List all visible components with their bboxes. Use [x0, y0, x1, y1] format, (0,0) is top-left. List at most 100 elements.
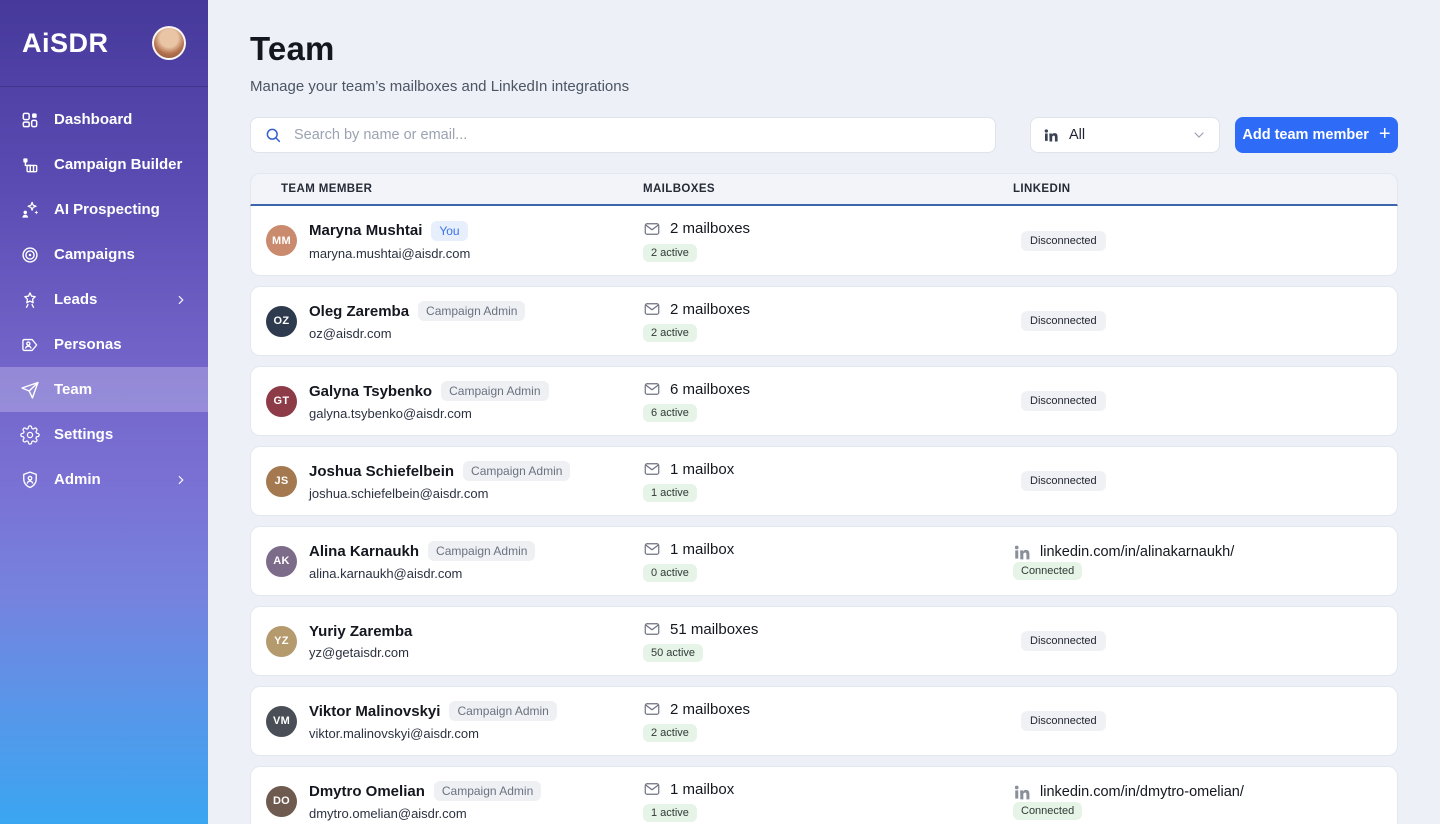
sidebar-item-leads[interactable]: Leads [0, 277, 208, 322]
sidebar-item-label: Dashboard [54, 111, 133, 128]
linkedin-icon [1013, 543, 1031, 561]
mailbox-icon [644, 383, 660, 395]
mailbox-count: 51 mailboxes [670, 620, 759, 638]
mailbox-icon [644, 783, 660, 795]
active-count-badge: 0 active [643, 564, 697, 582]
linkedin-status-badge: Disconnected [1021, 391, 1106, 411]
mailbox-count: 6 mailboxes [670, 380, 751, 398]
table-header: TEAM MEMBER MAILBOXES LINKEDIN [250, 173, 1398, 206]
sidebar-item-label: Settings [54, 426, 114, 443]
sidebar-nav: Dashboard Campaign Builder AI Prospectin… [0, 87, 208, 502]
settings-icon [20, 424, 40, 445]
chevron-right-icon [174, 473, 188, 487]
mailbox-count: 1 mailbox [670, 780, 735, 798]
page-subtitle: Manage your team’s mailboxes and LinkedI… [250, 78, 630, 95]
sidebar-item-dashboard[interactable]: Dashboard [0, 97, 208, 142]
avatar: YZ [266, 625, 297, 657]
team-member-row[interactable]: AK Alina Karnaukh Campaign Admin alina.k… [250, 526, 1398, 596]
member-name: Viktor Malinovskyi [309, 702, 441, 720]
page-title: Team [250, 30, 335, 67]
linkedin-status-badge: Disconnected [1021, 711, 1106, 731]
member-name: Joshua Schiefelbein [309, 462, 455, 480]
sidebar-item-admin[interactable]: Admin [0, 457, 208, 502]
toolbar: All Add team member + [250, 117, 1398, 153]
linkedin-icon [1043, 127, 1059, 143]
sidebar-item-ai-prospecting[interactable]: AI Prospecting [0, 187, 208, 232]
chevron-right-icon [174, 293, 188, 307]
active-count-badge: 1 active [643, 804, 697, 822]
linkedin-icon [1013, 783, 1031, 801]
mailbox-count: 1 mailbox [670, 460, 735, 478]
member-name: Maryna Mushtai [309, 222, 423, 239]
active-count-badge: 50 active [643, 644, 704, 662]
user-avatar[interactable] [152, 26, 186, 60]
column-header-linkedin: LINKEDIN [1013, 183, 1071, 195]
avatar: OZ [266, 305, 297, 337]
avatar: VM [266, 705, 297, 737]
team-member-row[interactable]: DO Dmytro Omelian Campaign Admin dmytro.… [250, 766, 1398, 824]
sidebar-item-team[interactable]: Team [0, 367, 208, 412]
member-name: Oleg Zaremba [309, 302, 410, 320]
linkedin-status-badge: Disconnected [1021, 631, 1106, 651]
team-member-row[interactable]: YZ Yuriy Zaremba yz@getaisdr.com 51 mail… [250, 606, 1398, 676]
role-badge: Campaign Admin [449, 701, 557, 721]
active-count-badge: 2 active [643, 243, 697, 262]
member-email: oz@aisdr.com [309, 326, 392, 341]
mailbox-count: 1 mailbox [670, 540, 735, 558]
leads-icon [20, 290, 40, 310]
active-count-badge: 6 active [643, 404, 697, 422]
column-header-mailboxes: MAILBOXES [643, 183, 715, 195]
team-member-row[interactable]: VM Viktor Malinovskyi Campaign Admin vik… [250, 686, 1398, 756]
sidebar-item-label: Leads [54, 291, 98, 308]
sidebar-item-personas[interactable]: Personas [0, 322, 208, 367]
sidebar-item-label: Personas [54, 336, 122, 353]
avatar: MM [266, 225, 297, 256]
linkedin-filter-dropdown[interactable]: All [1030, 117, 1220, 153]
sidebar-item-campaign-builder[interactable]: Campaign Builder [0, 142, 208, 187]
linkedin-status-badge: Connected [1013, 802, 1083, 820]
sidebar-item-campaigns[interactable]: Campaigns [0, 232, 208, 277]
sidebar-item-settings[interactable]: Settings [0, 412, 208, 457]
mailbox-icon [644, 703, 660, 715]
avatar: GT [266, 385, 297, 417]
avatar: AK [266, 545, 297, 577]
active-count-badge: 2 active [643, 324, 697, 342]
role-badge: Campaign Admin [433, 781, 542, 801]
member-name: Yuriy Zaremba [309, 622, 413, 640]
sidebar-item-label: Campaigns [54, 246, 135, 263]
team-member-row[interactable]: OZ Oleg Zaremba Campaign Admin oz@aisdr.… [250, 286, 1398, 356]
active-count-badge: 2 active [643, 724, 697, 742]
team-member-row[interactable]: JS Joshua Schiefelbein Campaign Admin jo… [250, 446, 1398, 516]
chevron-down-icon [1191, 127, 1207, 143]
sidebar: AiSDR Dashboard Campaign Builder AI Pros… [0, 0, 208, 824]
search-box [250, 117, 996, 153]
role-badge: Campaign Admin [418, 301, 526, 321]
team-member-row[interactable]: MM Maryna Mushtai You maryna.mushtai@ais… [250, 206, 1398, 276]
sidebar-item-label: Admin [54, 471, 101, 488]
team-member-row[interactable]: GT Galyna Tsybenko Campaign Admin galyna… [250, 366, 1398, 436]
filter-value: All [1069, 127, 1086, 143]
linkedin-url[interactable]: linkedin.com/in/alinakarnaukh/ [1040, 544, 1234, 560]
campaigns-icon [20, 245, 40, 265]
mailbox-icon [644, 463, 660, 475]
mailbox-icon [644, 623, 660, 635]
app-logo: AiSDR [22, 27, 109, 58]
linkedin-url[interactable]: linkedin.com/in/dmytro-omelian/ [1040, 784, 1244, 800]
mailbox-icon [644, 543, 660, 555]
member-email: galyna.tsybenko@aisdr.com [309, 406, 472, 421]
team-table: TEAM MEMBER MAILBOXES LINKEDIN MM Maryna… [250, 173, 1398, 824]
campaign-builder-icon [20, 155, 40, 175]
member-email: alina.karnaukh@aisdr.com [309, 566, 463, 581]
add-team-member-label: Add team member [1242, 127, 1369, 143]
avatar: JS [266, 465, 297, 497]
sidebar-item-label: Team [54, 381, 93, 398]
mailbox-count: 2 mailboxes [670, 220, 751, 237]
role-badge: Campaign Admin [441, 381, 549, 401]
role-badge: You [431, 220, 468, 241]
search-input[interactable] [292, 126, 982, 144]
add-team-member-button[interactable]: Add team member + [1235, 117, 1398, 153]
linkedin-status-badge: Disconnected [1021, 471, 1106, 491]
linkedin-status-badge: Disconnected [1021, 311, 1106, 331]
dashboard-icon [20, 110, 40, 130]
admin-icon [20, 470, 40, 490]
